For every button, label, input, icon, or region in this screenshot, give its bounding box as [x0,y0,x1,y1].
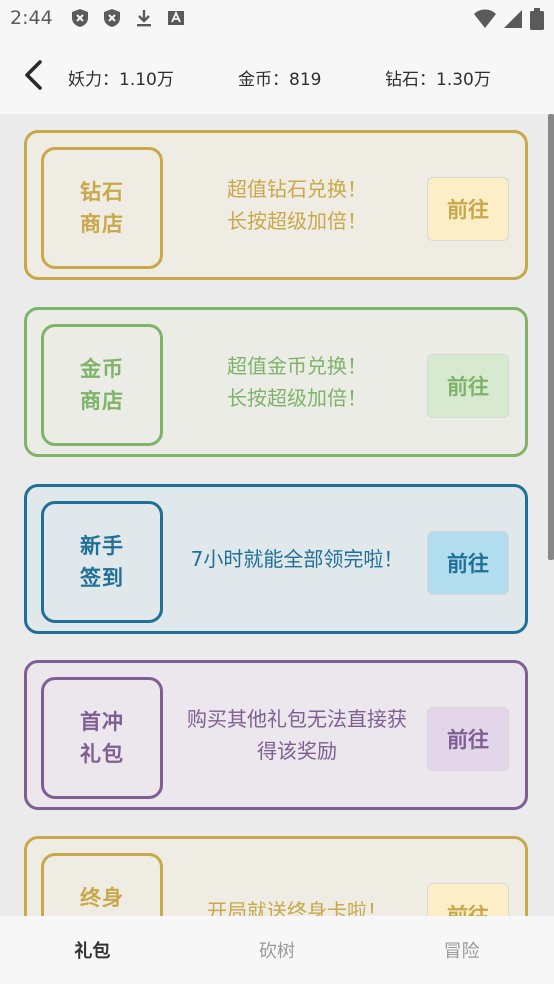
status-time: 2:44 [10,7,53,29]
first-charge-card: 首冲 礼包 购买其他礼包无法直接获 得该奖励 前往 [24,660,528,810]
desc-line2: 长按超级加倍！ [227,209,367,233]
badge-title-line1: 钻石 [80,180,124,204]
font-icon [168,10,184,25]
notification-icons [70,8,186,28]
top-header: 妖力：1.10万 金币：819 钻石：1.30万 [0,38,554,114]
chevron-left-icon [25,60,42,90]
go-button[interactable]: 前往 [427,177,509,241]
card-description: 购买其他礼包无法直接获 得该奖励 [172,663,422,807]
card-description: 超值钻石兑换！ 长按超级加倍！ [172,133,422,277]
shield-icon [72,9,88,27]
gold-shop-badge: 金币 商店 [41,324,163,446]
badge-title-line2: 礼包 [80,742,124,766]
badge-title-line2: 签到 [80,566,124,590]
desc-line1: 超值钻石兑换！ [227,177,367,201]
go-button[interactable]: 前往 [427,531,509,595]
gift-list[interactable]: 钻石 商店 超值钻石兑换！ 长按超级加倍！ 前往 金币 商店 超值金币兑换！ 长… [0,114,554,916]
signal-icon [504,10,522,28]
diamond-shop-card: 钻石 商店 超值钻石兑换！ 长按超级加倍！ 前往 [24,130,528,280]
gold-coin-stat: 金币：819 [238,70,322,90]
badge-title-line1: 新手 [80,534,124,558]
card-description: 超值金币兑换！ 长按超级加倍！ [172,310,422,454]
lifetime-card-card: 终身 卡 开局就送终身卡啦！ 前往 [24,836,528,916]
wifi-icon [474,9,496,28]
badge-title-line1: 终身 [80,886,124,910]
desc-line1: 超值金币兑换！ [227,354,367,378]
bottom-nav: 礼包 砍树 冒险 [0,916,554,984]
badge-title-line2: 商店 [80,212,124,236]
go-button[interactable]: 前往 [427,883,509,916]
tab-gift-pack[interactable]: 礼包 [0,916,185,984]
badge-title-line1: 金币 [80,357,124,381]
gold-shop-card: 金币 商店 超值金币兑换！ 长按超级加倍！ 前往 [24,307,528,457]
tab-adventure[interactable]: 冒险 [369,916,554,984]
download-icon [137,10,151,27]
go-button[interactable]: 前往 [427,354,509,418]
newbie-signin-card: 新手 签到 7小时就能全部领完啦！ 前往 [24,484,528,634]
demon-power-stat: 妖力：1.10万 [68,70,174,90]
tab-chop-tree[interactable]: 砍树 [185,916,370,984]
desc-line1: 开局就送终身卡啦！ [207,899,387,916]
badge-title-line2: 商店 [80,389,124,413]
shield-icon [104,9,120,27]
battery-icon [530,8,544,30]
scrollbar[interactable] [548,114,554,560]
back-button[interactable] [18,58,52,92]
system-icons [474,8,544,30]
status-bar: 2:44 [0,0,554,38]
desc-line2: 得该奖励 [257,739,337,763]
go-button[interactable]: 前往 [427,707,509,771]
desc-line1: 7小时就能全部领完啦！ [190,547,404,571]
card-description: 开局就送终身卡啦！ [172,839,422,916]
lifetime-card-badge: 终身 卡 [41,853,163,916]
diamond-shop-badge: 钻石 商店 [41,147,163,269]
card-description: 7小时就能全部领完啦！ [172,487,422,631]
newbie-signin-badge: 新手 签到 [41,501,163,623]
diamond-stat: 钻石：1.30万 [385,70,491,90]
desc-line2: 长按超级加倍！ [227,386,367,410]
first-charge-badge: 首冲 礼包 [41,677,163,799]
desc-line1: 购买其他礼包无法直接获 [187,707,407,731]
badge-title-line1: 首冲 [80,710,124,734]
